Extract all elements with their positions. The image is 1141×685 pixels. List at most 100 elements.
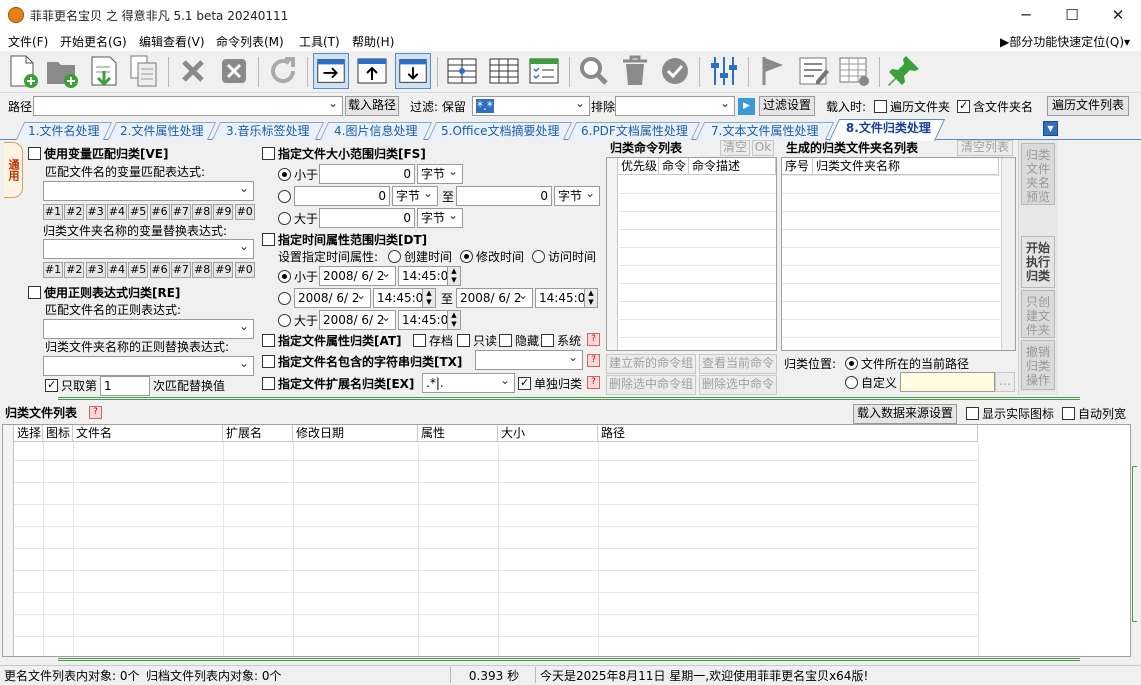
help-icon[interactable]: ? [89, 406, 102, 419]
num-button[interactable]: #6 [149, 262, 170, 278]
traverse-folders-checkbox[interactable]: 遍历文件夹 [874, 99, 950, 115]
delete-command-button[interactable]: 删除选中命令 [699, 375, 777, 395]
cmdlist-clear-button[interactable]: 清空 [720, 140, 750, 156]
path-combo[interactable] [33, 96, 343, 116]
splitter-handle[interactable] [58, 397, 1080, 400]
quick-locate-menu[interactable]: ▶部分功能快速定位(Q)▾ [1000, 33, 1130, 50]
help-icon[interactable]: ? [587, 333, 600, 346]
cmdlist-col-command[interactable]: 命令 [659, 158, 689, 175]
num-button[interactable]: #0 [234, 204, 255, 220]
checklist-icon[interactable] [526, 53, 562, 89]
delete-command-group-button[interactable]: 删除选中命令组 [606, 375, 696, 395]
traverse-file-list-button[interactable]: 遍历文件列表 [1047, 96, 1129, 116]
tab-dropdown-icon[interactable]: ▼ [1043, 121, 1058, 136]
copy-doc-icon[interactable] [126, 53, 162, 89]
filter-keep-combo[interactable]: *.* [472, 96, 590, 116]
grid-view-icon[interactable] [486, 53, 522, 89]
time-less-time[interactable]: 14:45:00 [398, 266, 448, 286]
time-less-radio[interactable]: 小于 [278, 269, 318, 285]
spinner-icon[interactable]: ▲ ▼ [422, 288, 436, 308]
tab-image-info[interactable]: 4.图片信息处理 [319, 122, 433, 140]
tab-file-classify[interactable]: 8.文件归类处理 [828, 119, 946, 141]
cmdlist-ok-button[interactable]: Ok [752, 140, 774, 156]
file-attr-checkbox[interactable]: 指定文件属性归类[AT] [262, 333, 402, 349]
system-checkbox[interactable]: 系统 [541, 333, 581, 349]
num-button[interactable]: #8 [192, 262, 213, 278]
ext-checkbox[interactable]: 指定文件扩展名归类[EX] [262, 376, 414, 392]
num-button[interactable]: #8 [192, 204, 213, 220]
create-folder-only-button[interactable]: 只创建文件夹 [1021, 290, 1055, 338]
folderlist-scrollbar[interactable] [1001, 158, 1015, 350]
help-icon[interactable]: ? [587, 354, 600, 367]
table-settings-icon[interactable] [836, 53, 872, 89]
filelist-col-modified[interactable]: 修改日期 [293, 425, 418, 442]
new-command-group-button[interactable]: 建立新的命令组 [606, 354, 696, 374]
num-button[interactable]: #9 [213, 204, 234, 220]
num-button[interactable]: #0 [234, 262, 255, 278]
filter-settings-button[interactable]: 过滤设置 [759, 96, 815, 116]
preview-folder-button[interactable]: 归类文件夹名预览 [1021, 143, 1055, 205]
num-button[interactable]: #4 [106, 204, 127, 220]
pin-icon[interactable] [886, 53, 922, 89]
num-button[interactable]: #2 [64, 262, 85, 278]
time-from-time[interactable]: 14:45:00 [373, 288, 423, 308]
browse-button[interactable]: ... [995, 372, 1015, 392]
size-between-radio[interactable] [278, 189, 294, 205]
filelist-col-filename[interactable]: 文件名 [73, 425, 223, 442]
regex-expr-combo[interactable] [43, 319, 254, 339]
time-greater-date[interactable]: 2008/ 6/ 2 [319, 310, 396, 330]
regex-checkbox[interactable]: 使用正则表达式归类[RE] [28, 285, 180, 301]
spinner-icon[interactable]: ▲ ▼ [584, 288, 598, 308]
size-range-checkbox[interactable]: 指定文件大小范围归类[FS] [262, 146, 426, 162]
size-to-input[interactable]: 0 [456, 186, 552, 206]
tab-music-tags[interactable]: 3.音乐标签处理 [211, 122, 325, 140]
time-between-radio[interactable] [278, 291, 294, 307]
exclude-combo[interactable] [615, 96, 735, 116]
trash-icon[interactable] [617, 53, 653, 89]
cmdlist-grid[interactable] [606, 157, 777, 351]
time-greater-time[interactable]: 14:45:00 [398, 310, 448, 330]
undo-classify-button[interactable]: 撤销归类操作 [1021, 340, 1055, 390]
folderlist-clear-button[interactable]: 清空列表 [957, 140, 1013, 156]
filelist-col-icon[interactable]: 图标 [43, 425, 73, 442]
menu-command-list[interactable]: 命令列表(M) [216, 33, 284, 50]
num-button[interactable]: #6 [149, 204, 170, 220]
access-time-radio[interactable]: 访问时间 [532, 249, 596, 265]
help-icon[interactable]: ? [587, 376, 600, 389]
num-button[interactable]: #4 [106, 262, 127, 278]
new-file-icon[interactable] [4, 53, 40, 89]
create-time-radio[interactable]: 创建时间 [388, 249, 452, 265]
side-tab-general[interactable]: 通用 [4, 142, 23, 198]
tab-pdf-attributes[interactable]: 6.PDF文档属性处理 [567, 122, 701, 140]
size-from-unit[interactable]: 字节 [392, 186, 438, 206]
time-to-time[interactable]: 14:45:00 [535, 288, 585, 308]
close-button[interactable]: ✕ [1095, 0, 1141, 30]
folderlist-col-index[interactable]: 序号 [782, 158, 813, 175]
auto-width-checkbox[interactable]: 自动列宽 [1062, 406, 1126, 422]
archive-checkbox[interactable]: 存档 [413, 333, 453, 349]
num-button[interactable]: #5 [128, 204, 149, 220]
size-greater-radio[interactable]: 大于 [278, 211, 318, 227]
folderlist-grid[interactable] [781, 157, 1016, 351]
open-folder-icon[interactable] [44, 53, 80, 89]
time-from-date[interactable]: 2008/ 6/ 2 [294, 288, 371, 308]
modify-time-radio[interactable]: 修改时间 [460, 249, 524, 265]
search-icon[interactable] [576, 53, 612, 89]
ext-combo[interactable]: .*|. [422, 373, 515, 393]
filelist-col-attributes[interactable]: 属性 [418, 425, 498, 442]
num-button[interactable]: #7 [170, 262, 191, 278]
include-folder-name-checkbox[interactable]: 含文件夹名 [957, 98, 1033, 115]
arrow-down-icon[interactable] [395, 53, 431, 89]
size-less-unit[interactable]: 字节 [417, 164, 463, 184]
spinner-icon[interactable]: ▲ ▼ [447, 310, 461, 330]
size-greater-unit[interactable]: 字节 [417, 208, 463, 228]
view-current-command-button[interactable]: 查看当前命令 [699, 354, 777, 374]
num-button[interactable]: #3 [85, 262, 106, 278]
hidden-checkbox[interactable]: 隐藏 [499, 333, 539, 349]
var-match-checkbox[interactable]: 使用变量匹配归类[VE] [28, 146, 168, 162]
sliders-icon[interactable] [706, 53, 742, 89]
time-greater-radio[interactable]: 大于 [278, 313, 318, 329]
load-path-button[interactable]: 载入路径 [345, 96, 399, 116]
flag-icon[interactable] [755, 53, 791, 89]
current-path-radio[interactable]: 文件所在的当前路径 [845, 356, 969, 372]
